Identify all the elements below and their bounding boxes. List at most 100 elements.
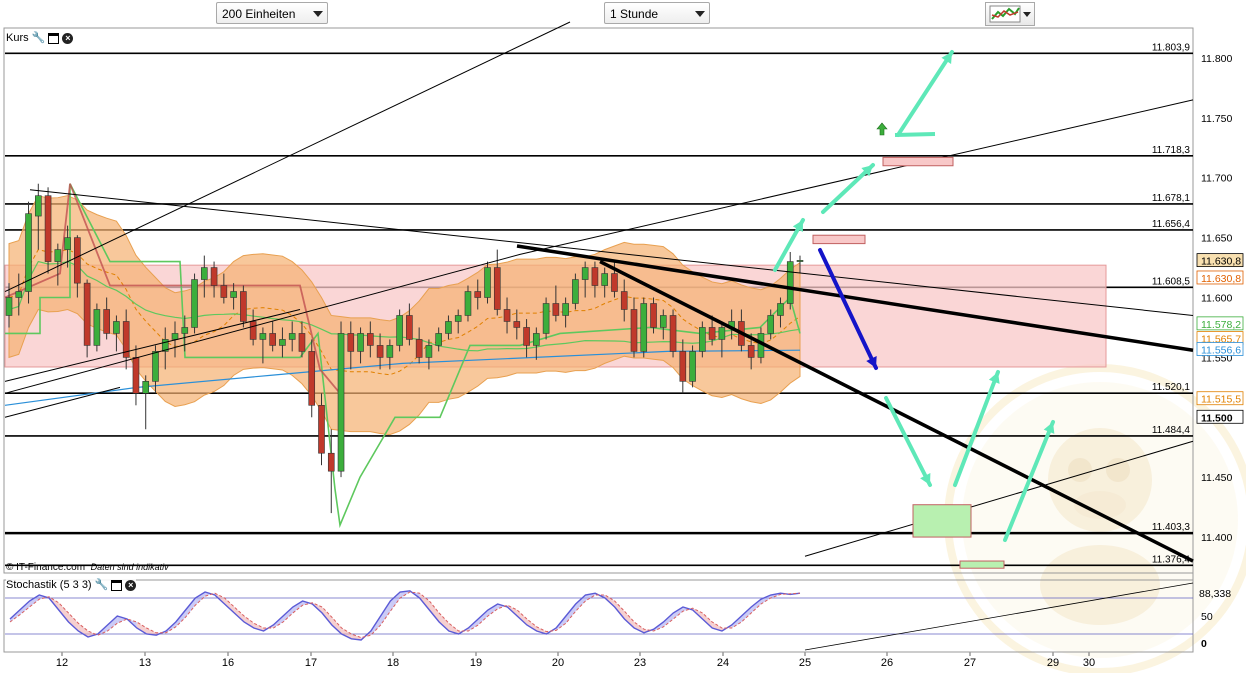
price-tag-label: 11.515,5 — [1201, 394, 1241, 406]
candle-body — [240, 291, 247, 322]
candle-body — [611, 273, 618, 292]
candle-body — [210, 267, 218, 286]
x-tick-label: 18 — [387, 657, 399, 669]
y-tick-label: 11.650 — [1201, 233, 1232, 245]
x-tick-label: 26 — [881, 657, 893, 669]
target-box — [882, 156, 954, 167]
candle-body — [689, 351, 696, 382]
candle-body — [718, 327, 726, 340]
credit-brand: © IT-Finance.com — [6, 562, 86, 573]
candle-body — [142, 381, 150, 394]
candle-body — [337, 333, 345, 472]
candle-body — [601, 273, 608, 286]
candle-body — [230, 291, 237, 298]
level-label: 11.803,9 — [1152, 42, 1191, 53]
candle-body — [15, 291, 23, 298]
x-tick-label: 17 — [305, 657, 317, 669]
price-tag-label: 11.578,2 — [1201, 319, 1241, 331]
down-arrow — [884, 396, 932, 487]
candle-body — [533, 333, 540, 346]
y-tick-label: 11.400 — [1201, 532, 1232, 544]
candle-body — [581, 267, 589, 280]
candle-body — [406, 315, 413, 340]
candle-body — [191, 279, 198, 328]
x-tick-label: 12 — [56, 657, 68, 669]
candle-body — [171, 333, 179, 340]
candle-body — [484, 267, 491, 298]
candle-body — [279, 339, 286, 346]
level-label: 11.718,3 — [1152, 145, 1191, 156]
wrench-icon[interactable]: 🔧 — [32, 32, 46, 44]
window-icon[interactable] — [48, 32, 60, 44]
wrench-icon[interactable]: 🔧 — [95, 579, 109, 591]
candle-body — [201, 267, 208, 280]
price-chart: 11.803,9 11.718,3 11.678,1 11.656,4 11.608,5… — [3, 21, 1246, 673]
x-tick-label: 19 — [470, 657, 482, 669]
x-tick-label: 23 — [634, 657, 646, 669]
target-marker — [894, 132, 936, 137]
candle-body — [93, 309, 101, 346]
candle-body — [367, 333, 374, 346]
price-tag-label: 11.630,8 — [1201, 256, 1241, 268]
candle-body — [650, 303, 657, 328]
stoch-fill — [195, 592, 206, 606]
candle-body — [669, 315, 677, 352]
y-tick-label: 11.700 — [1201, 173, 1232, 185]
window-icon[interactable] — [111, 579, 123, 591]
up-arrow — [896, 50, 954, 137]
stoch-panel-header: Stochastik (5 3 3) 🔧 × — [6, 579, 137, 591]
candle-body — [220, 285, 228, 298]
candle-body — [679, 351, 687, 382]
target-box — [959, 560, 1005, 569]
candle-body — [113, 321, 120, 334]
candle-body — [347, 333, 355, 352]
candle-body — [269, 333, 276, 346]
candle-body — [64, 237, 71, 250]
candle-body — [708, 327, 716, 340]
candle-body — [474, 291, 482, 298]
candle-body — [747, 345, 755, 358]
stoch-fill — [68, 613, 79, 631]
close-icon[interactable]: × — [62, 32, 74, 44]
x-tick-label: 25 — [799, 657, 811, 669]
y-tick-label: 11.450 — [1201, 472, 1232, 484]
price-tag-label: 11.630,8 — [1201, 273, 1241, 285]
candle-body — [152, 351, 159, 382]
candle-body — [103, 309, 110, 334]
candle-body — [288, 333, 296, 340]
candle-body — [493, 267, 501, 310]
candle-body — [34, 195, 42, 217]
candle-body — [318, 405, 325, 454]
price-tag-label: 11.556,6 — [1201, 344, 1241, 356]
trend-line-thin — [4, 21, 571, 292]
y-tick-label: 11.750 — [1201, 113, 1232, 125]
candle-body — [552, 303, 560, 316]
candle-body — [5, 297, 13, 316]
candle-body — [74, 237, 81, 284]
ichimoku-cloud-band — [8, 195, 801, 436]
candle-body — [415, 339, 423, 358]
x-tick-label: 30 — [1083, 657, 1095, 669]
x-tick-label: 20 — [552, 657, 564, 669]
candle-body — [44, 195, 52, 262]
candle-body — [503, 309, 511, 322]
candle-body — [591, 267, 599, 286]
level-label: 11.403,3 — [1152, 522, 1191, 533]
stoch-fill — [390, 592, 401, 612]
candle-body — [132, 357, 140, 394]
candle-body — [181, 327, 189, 334]
candle-body — [777, 303, 784, 316]
close-icon[interactable]: × — [125, 579, 137, 591]
level-label: 11.520,1 — [1152, 382, 1191, 393]
candle-body — [259, 333, 267, 340]
up-arrow-icon — [876, 122, 888, 136]
candle-body — [425, 345, 433, 358]
candle-body — [83, 282, 91, 346]
credit-note: Daten sind indikativ — [90, 562, 169, 572]
level-label: 11.656,4 — [1152, 219, 1191, 230]
data-credit: © IT-Finance.com Daten sind indikativ — [6, 562, 169, 573]
x-tick-label: 27 — [964, 657, 976, 669]
candle-body — [396, 315, 403, 346]
candle-body — [659, 315, 667, 328]
candle-body — [562, 303, 569, 316]
